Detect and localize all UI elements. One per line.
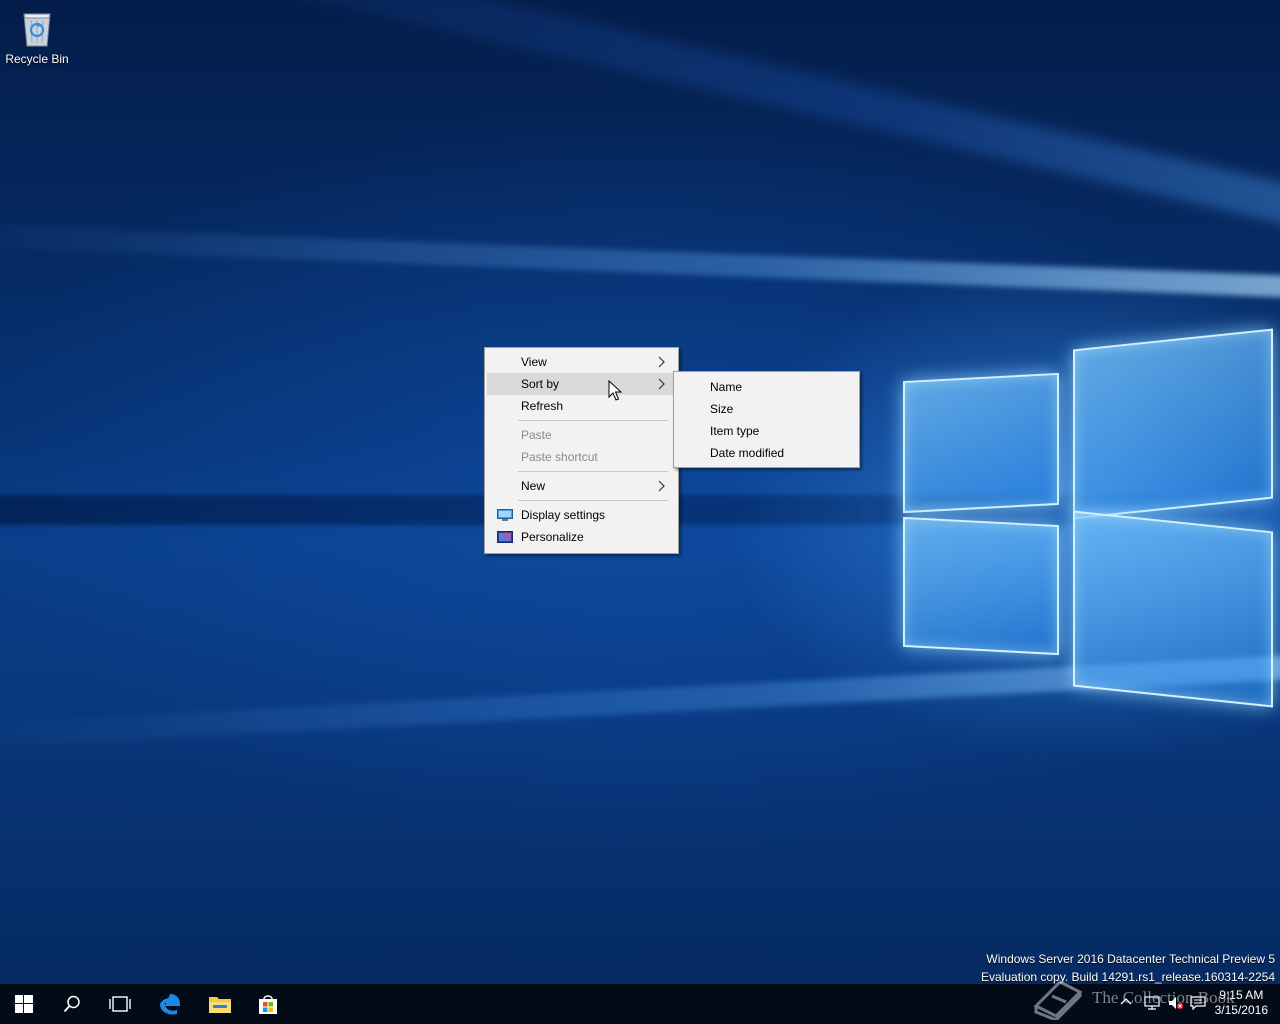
desktop-icon-label: Recycle Bin [5, 52, 69, 66]
overlay-watermark-text: The Collection Book [1092, 988, 1235, 1007]
chevron-right-icon [658, 356, 665, 368]
taskbar: 9:15 AM 3/15/2016 [0, 984, 1280, 1024]
submenu-item-item-type[interactable]: Item type [676, 420, 857, 442]
book-watermark-icon [1033, 980, 1083, 1020]
submenu-item-date-modified[interactable]: Date modified [676, 442, 857, 464]
menu-item-paste-shortcut[interactable]: Paste shortcut [487, 446, 676, 468]
submenu-item-size[interactable]: Size [676, 398, 857, 420]
logo-pane [903, 516, 1059, 656]
task-view-button[interactable] [96, 984, 144, 1024]
menu-item-paste[interactable]: Paste [487, 424, 676, 446]
menu-item-label: Display settings [521, 508, 606, 522]
personalize-icon [497, 531, 513, 543]
logo-pane [1073, 328, 1273, 520]
desktop-context-menu: View Sort by Refresh Paste Paste shortcu… [484, 347, 679, 554]
menu-item-label: Item type [710, 424, 760, 438]
file-explorer-button[interactable] [196, 984, 244, 1024]
menu-item-label: Sort by [521, 377, 560, 391]
menu-item-view[interactable]: View [487, 351, 676, 373]
file-explorer-icon [209, 997, 231, 1013]
menu-item-display-settings[interactable]: Display settings [487, 504, 676, 526]
wallpaper-light-beam [0, 224, 1280, 298]
display-settings-icon [497, 509, 513, 521]
store-button[interactable] [244, 984, 292, 1024]
edge-button[interactable] [146, 984, 194, 1024]
logo-pane [903, 372, 1059, 514]
menu-item-label: Date modified [710, 446, 785, 460]
start-icon [15, 995, 33, 1013]
menu-item-label: View [521, 355, 547, 369]
desktop-icon-recycle-bin[interactable]: Recycle Bin [4, 6, 70, 66]
menu-item-label: Paste [521, 428, 552, 442]
chevron-right-icon [658, 480, 665, 492]
mouse-cursor-icon [608, 380, 622, 401]
edge-icon [160, 994, 180, 1015]
menu-item-label: Paste shortcut [521, 450, 598, 464]
menu-item-label: Size [710, 402, 734, 416]
logo-pane [1073, 510, 1273, 708]
watermark-line-1: Windows Server 2016 Datacenter Technical… [986, 952, 1275, 966]
os-version-watermark: Windows Server 2016 Datacenter Technical… [981, 950, 1275, 984]
menu-item-refresh[interactable]: Refresh [487, 395, 676, 417]
menu-item-label: Refresh [521, 399, 564, 413]
sort-by-submenu: Name Size Item type Date modified [673, 371, 860, 468]
menu-item-new[interactable]: New [487, 475, 676, 497]
task-view-icon [109, 996, 131, 1012]
search-button[interactable] [48, 984, 96, 1024]
menu-item-sort-by[interactable]: Sort by [487, 373, 676, 395]
search-icon [63, 995, 80, 1013]
menu-item-label: Personalize [521, 530, 584, 544]
menu-item-label: New [521, 479, 546, 493]
menu-separator [518, 471, 668, 472]
menu-item-label: Name [710, 380, 743, 394]
menu-separator [518, 420, 668, 421]
menu-item-personalize[interactable]: Personalize [487, 526, 676, 548]
watermark-line-2: Evaluation copy. Build 14291.rs1_release… [981, 970, 1275, 984]
recycle-bin-icon [20, 8, 54, 48]
store-icon [259, 995, 277, 1014]
wallpaper-light-beam [0, 0, 1280, 227]
menu-separator [518, 500, 668, 501]
start-button[interactable] [0, 984, 48, 1024]
wallpaper-windows-logo [895, 325, 1280, 708]
chevron-right-icon [658, 378, 665, 390]
submenu-item-name[interactable]: Name [676, 376, 857, 398]
